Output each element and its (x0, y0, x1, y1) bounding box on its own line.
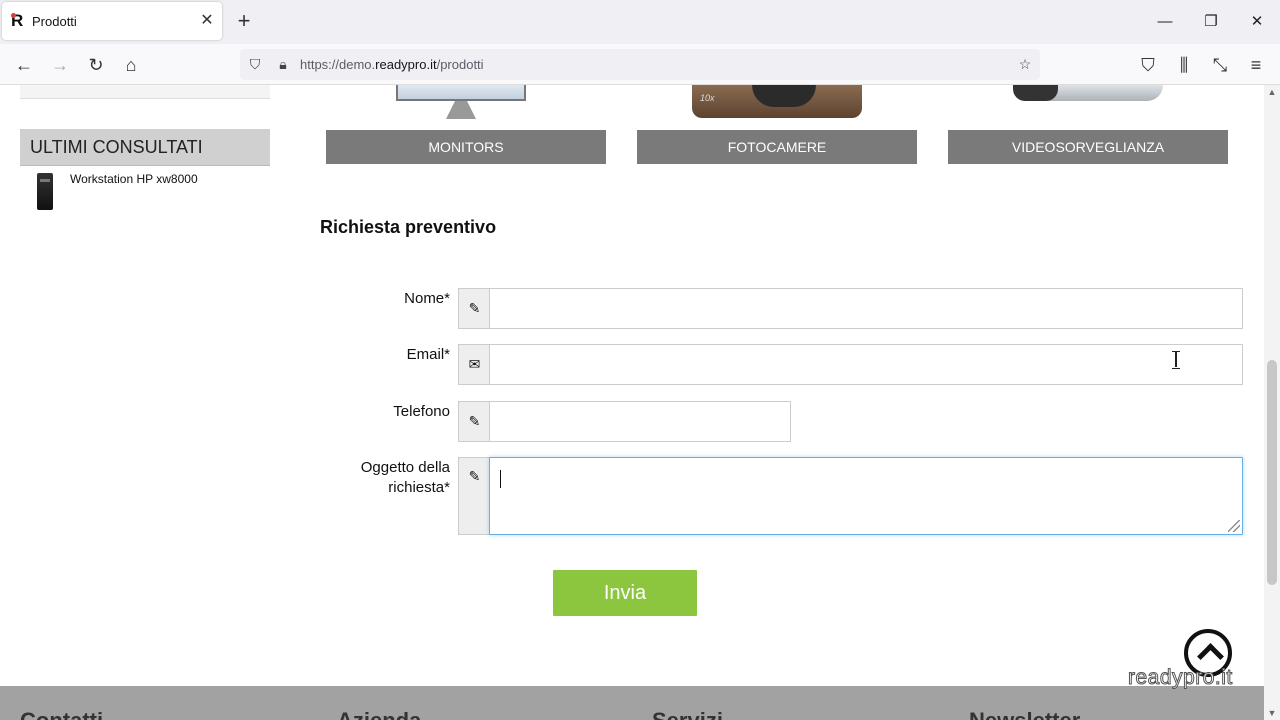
cctv-lens (1013, 85, 1058, 101)
back-arrow-icon[interactable]: ← (11, 52, 37, 78)
subject-label: Oggetto della richiesta* (361, 458, 450, 498)
monitor-image[interactable] (396, 85, 526, 125)
minimize-window-icon[interactable]: — (1150, 8, 1180, 36)
tab-title: Prodotti (32, 14, 77, 29)
recent-item[interactable]: Workstation HP xw8000 (20, 169, 270, 215)
url-text[interactable]: https://demo.readypro.it/prodotti (300, 57, 484, 72)
pocket-icon[interactable]: ⛉ (1135, 52, 1161, 78)
monitor-screen (396, 85, 526, 101)
hamburger-menu-icon[interactable]: ≡ (1243, 52, 1269, 78)
reload-icon[interactable]: ↻ (83, 52, 109, 78)
scroll-down-arrow-icon[interactable]: ▼ (1264, 706, 1280, 720)
footer-heading-azienda: Azienda (337, 708, 421, 720)
recent-item-label[interactable]: Workstation HP xw8000 (70, 172, 198, 186)
footer: Contatti Azienda Servizi Newsletter (0, 686, 1264, 720)
pencil-icon: ✎ (458, 401, 490, 442)
phone-label: Telefono (393, 403, 450, 420)
url-prefix: https://demo. (300, 57, 376, 72)
forward-arrow-icon[interactable]: → (47, 52, 73, 78)
footer-heading-contatti: Contatti (20, 708, 103, 720)
pencil-icon: ✎ (458, 457, 490, 535)
camera-zoom-text: 10x (700, 93, 715, 103)
readypro-favicon-icon: R (11, 12, 27, 29)
new-tab-plus-icon[interactable]: + (232, 10, 256, 34)
cctv-camera-image[interactable] (1013, 85, 1163, 125)
tab-strip: R Prodotti ✕ + — ❐ ✕ (0, 0, 1280, 44)
submit-button[interactable]: Invia (553, 570, 697, 616)
footer-heading-servizi: Servizi (652, 708, 723, 720)
quote-form-title: Richiesta preventivo (320, 217, 497, 237)
workstation-thumbnail[interactable] (37, 173, 53, 210)
camera-image[interactable]: 10x (692, 85, 862, 125)
subject-label-line2: richiesta* (388, 479, 450, 496)
category-fotocamere-button[interactable]: FOTOCAMERE (637, 130, 917, 164)
pencil-icon: ✎ (458, 288, 490, 329)
subject-textarea[interactable] (489, 457, 1243, 535)
page-viewport: ULTIMI CONSULTATI Workstation HP xw8000 … (0, 85, 1264, 720)
home-icon[interactable]: ⌂ (118, 52, 144, 78)
page-scrollbar[interactable]: ▲ ▼ (1264, 85, 1280, 720)
phone-input[interactable] (489, 401, 791, 442)
url-domain: readypro.it (375, 57, 437, 72)
text-caret (500, 470, 501, 488)
close-tab-icon[interactable]: ✕ (198, 12, 216, 30)
name-input[interactable] (489, 288, 1243, 329)
close-window-icon[interactable]: ✕ (1242, 8, 1272, 36)
scroll-up-arrow-icon[interactable]: ▲ (1264, 85, 1280, 99)
library-icon[interactable]: ⫼ (1171, 52, 1197, 78)
recently-viewed-heading: ULTIMI CONSULTATI (20, 129, 270, 166)
scrollbar-thumb[interactable] (1267, 360, 1277, 585)
extension-icon[interactable]: ⤡ (1207, 52, 1233, 78)
name-label: Nome* (404, 290, 450, 307)
restore-window-icon[interactable]: ❐ (1196, 8, 1226, 36)
category-monitors-button[interactable]: MONITORS (326, 130, 606, 164)
email-input[interactable] (489, 344, 1243, 385)
readypro-watermark: readypro.it (1128, 666, 1233, 690)
tab-prodotti[interactable]: R Prodotti ✕ (2, 2, 222, 40)
bookmark-star-icon[interactable]: ☆ (1016, 55, 1034, 73)
resize-handle-icon[interactable] (1228, 520, 1240, 532)
footer-heading-newsletter: Newsletter (969, 708, 1080, 720)
subject-label-line1: Oggetto della (360, 459, 450, 476)
padlock-icon[interactable]: 🔒︎ (274, 55, 292, 73)
navigation-toolbar: ← → ↻ ⌂ ⛉ 🔒︎ https://demo.readypro.it/pr… (0, 44, 1280, 85)
category-videosorveglianza-button[interactable]: VIDEOSORVEGLIANZA (948, 130, 1228, 164)
email-label: Email* (406, 346, 450, 363)
address-bar[interactable]: ⛉ 🔒︎ https://demo.readypro.it/prodotti ☆ (240, 49, 1040, 80)
text-cursor-icon (1172, 351, 1180, 369)
envelope-icon: ✉ (458, 344, 490, 385)
tracking-shield-icon[interactable]: ⛉ (246, 55, 264, 73)
monitor-stand (446, 101, 476, 119)
sidebar-previous-block (20, 85, 270, 99)
url-path: /prodotti (436, 57, 484, 72)
